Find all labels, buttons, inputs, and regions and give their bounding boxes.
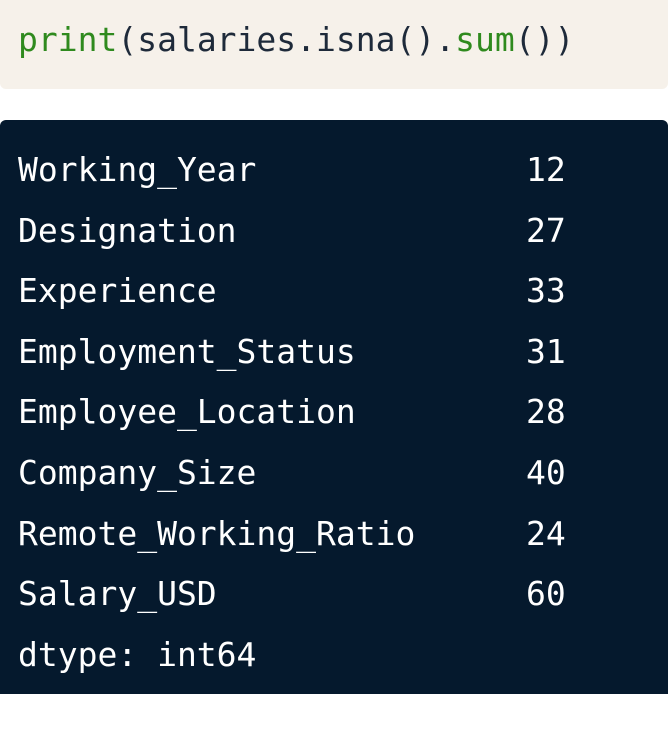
output-row: Working_Year 12 <box>18 150 658 211</box>
output-row: Experience 33 <box>18 271 658 332</box>
code-line: print(salaries.isna().sum()) <box>18 18 574 62</box>
output-row: Employment_Status 31 <box>18 332 658 393</box>
column-name: Salary_USD <box>18 574 217 614</box>
column-name: Designation <box>18 210 237 250</box>
code-token-print: print <box>18 20 118 59</box>
output-row: Employee_Location 28 <box>18 392 658 453</box>
code-cell: print(salaries.isna().sum()) <box>0 0 668 89</box>
missing-count: 27 <box>526 210 566 250</box>
output-row: Company_Size 40 <box>18 453 658 514</box>
missing-count: 12 <box>526 150 566 189</box>
column-name: Employment_Status <box>18 331 356 371</box>
missing-count: 40 <box>526 452 566 492</box>
output-cell: Working_Year 12 Designation 27 Experienc… <box>0 120 668 694</box>
code-token-args: (salaries.isna(). <box>117 20 456 59</box>
column-name: Experience <box>18 271 217 311</box>
code-token-sum: sum <box>455 20 515 59</box>
output-row: Remote_Working_Ratio 24 <box>18 514 658 575</box>
missing-count: 24 <box>526 513 566 553</box>
code-token-close: ()) <box>514 20 575 59</box>
column-name: Working_Year <box>18 150 257 189</box>
column-name: Company_Size <box>18 452 257 492</box>
missing-count: 31 <box>526 331 566 371</box>
missing-count: 28 <box>526 392 566 432</box>
dtype-label: dtype: int64 <box>18 635 257 674</box>
missing-count: 60 <box>526 574 566 614</box>
column-name: Employee_Location <box>18 392 356 432</box>
column-name: Remote_Working_Ratio <box>18 513 416 553</box>
missing-count: 33 <box>526 271 566 311</box>
output-row: Salary_USD 60 <box>18 574 658 635</box>
output-table: Working_Year 12 Designation 27 Experienc… <box>18 150 658 635</box>
output-row: Designation 27 <box>18 211 658 272</box>
